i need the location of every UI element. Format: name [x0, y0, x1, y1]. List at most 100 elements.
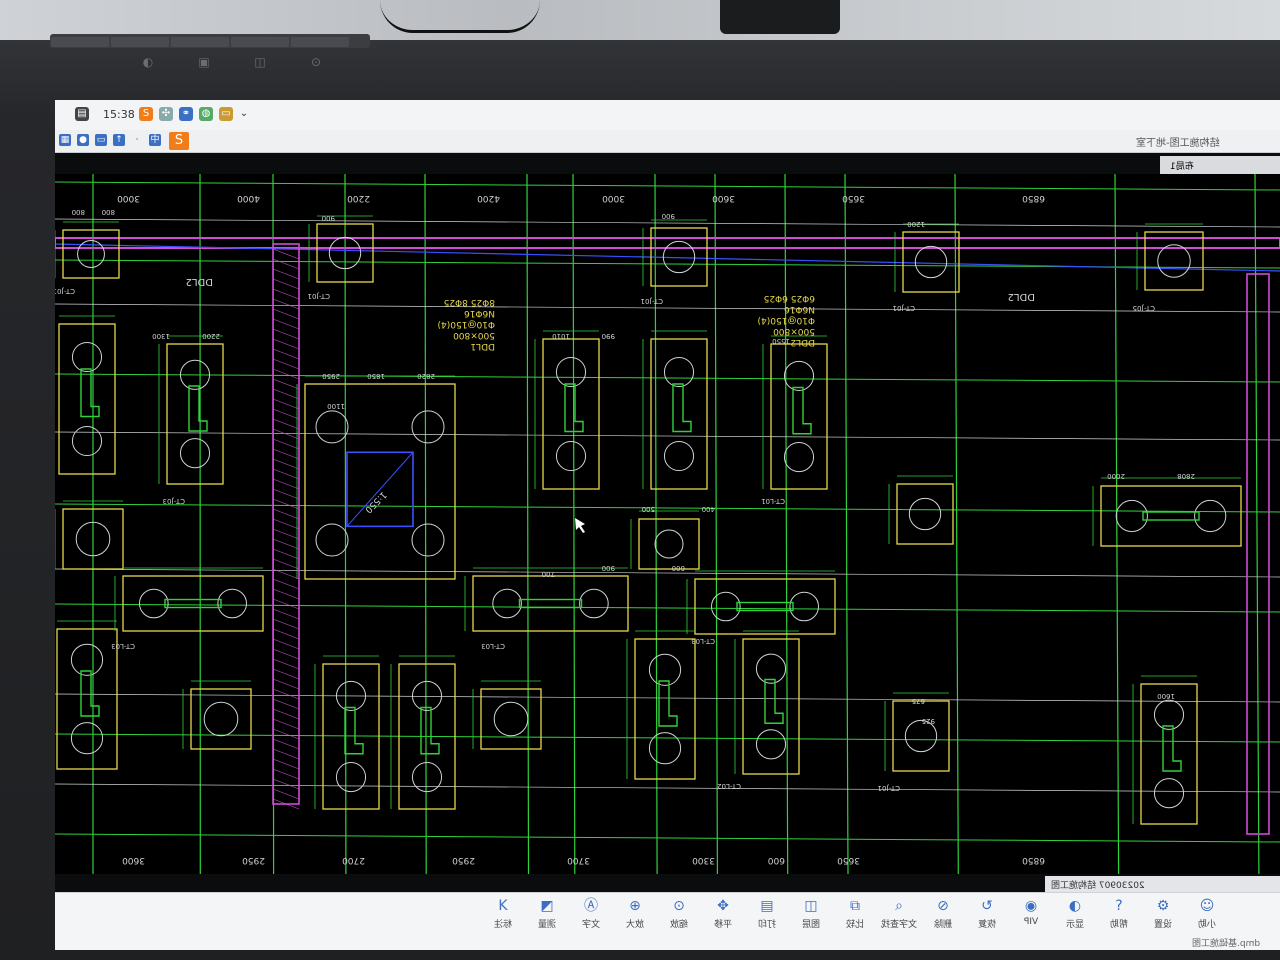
bottom-dimension: 2700	[342, 855, 365, 865]
tab-layout1[interactable]: 布局1	[1160, 156, 1204, 175]
dimension-value: 900	[322, 214, 335, 222]
assistant-icon: ☺	[1199, 898, 1215, 914]
dimension-value: 600	[672, 564, 685, 572]
cap-label: CT-J01	[878, 784, 900, 792]
ribbon-button-label: 图层	[802, 920, 821, 930]
dimension-value: 2950	[322, 372, 340, 380]
cap-label: CT-J01	[893, 304, 915, 312]
dimension-value: 925	[922, 717, 935, 725]
beam-annotation: N6Φ16	[784, 304, 815, 314]
ribbon-button-label: 恢复	[978, 920, 997, 930]
sogou-icon[interactable]: S	[139, 107, 153, 121]
time-label: 15:38	[103, 108, 135, 121]
ribbon-button-label: 标注	[494, 920, 513, 930]
dimension-value: 800	[72, 208, 85, 216]
cap-label: CT-L01	[761, 497, 785, 505]
ribbon-button-label: 删除	[934, 920, 953, 930]
ribbon-button-label: 设置	[1154, 920, 1173, 930]
top-dimension: 4200	[477, 193, 500, 203]
cap-label: CT-L03	[111, 642, 135, 650]
dimension-value: 1300	[152, 332, 170, 340]
dimension-value: 1600	[1157, 692, 1175, 700]
top-dimension: 4000	[237, 193, 260, 203]
cap-label: CT-L03	[481, 642, 505, 650]
cap-label: CT-J01	[55, 287, 75, 295]
text-icon: Ⓐ	[584, 898, 598, 914]
annotate-icon: K	[498, 898, 508, 914]
beam-annotation: Φ10@150(4)	[438, 319, 495, 329]
user-icon[interactable]: ●	[77, 134, 89, 146]
window-icon[interactable]: ▭	[95, 134, 107, 146]
ribbon-button-label: 测量	[538, 920, 557, 930]
web-icon[interactable]: ◍	[199, 107, 213, 121]
ribbon-button-label: VIP	[1023, 917, 1039, 927]
dimension-value: 700	[542, 570, 555, 578]
layout-tabs: 布局1	[1160, 156, 1280, 174]
dimension-value: 1010	[552, 332, 570, 340]
top-dimension: 3000	[602, 193, 625, 203]
share-icon[interactable]: ⚭	[179, 107, 193, 121]
cad-canvas[interactable]: 3000 4000 2200 4200 3000 3600 3650 6850 3600 2950…	[55, 173, 1280, 875]
dimension-value: 900	[662, 212, 675, 220]
secondary-toolbar: ▦ ● ▭ ↑ · 中 S 结构施工图-地下室	[55, 130, 1280, 153]
bottom-dimension: 3600	[122, 855, 145, 865]
grid-icon[interactable]: ▦	[59, 134, 71, 146]
dimension-value: 2820	[417, 372, 435, 380]
dimension-value: 1850	[367, 372, 385, 380]
zoom-in-icon: ⊕	[629, 898, 641, 914]
file-tab[interactable]: 20230907 结构施工图	[1045, 876, 1151, 893]
dimension-value: 1550	[772, 337, 790, 345]
dimension-value: 675	[912, 697, 925, 705]
status-bar: dmp.基础施工图	[55, 936, 1280, 950]
cap-label: CT-L03	[691, 637, 715, 645]
input-method-icon[interactable]: 中	[149, 134, 161, 146]
status-path: dmp.基础施工图	[1191, 939, 1260, 949]
app-icon[interactable]: ▤	[75, 107, 89, 121]
settings-icon[interactable]: ✣	[159, 107, 173, 121]
top-dimension: 6850	[1022, 193, 1045, 203]
top-dimension: 3000	[117, 193, 140, 203]
layer-icon: ◫	[804, 898, 818, 914]
cap-label: CT-J01	[641, 297, 663, 305]
beam-annotation: N6Φ16	[464, 308, 495, 318]
chevron-down-icon[interactable]: ⌄	[237, 107, 251, 121]
cap-label: CT-J03	[163, 497, 185, 505]
monitor-top-strip	[50, 34, 370, 48]
dimension-value: 400	[702, 505, 715, 513]
cable	[380, 0, 540, 33]
ribbon-button-label: 缩放	[670, 920, 689, 930]
sogou-ime-icon[interactable]: S	[169, 132, 189, 150]
ribbon-button-label: 文字查找	[880, 920, 917, 930]
bottom-dimension: 2950	[242, 855, 265, 865]
cap-label: CT-J01	[308, 292, 330, 300]
beam-label: DDL2	[186, 276, 213, 287]
dot-icon[interactable]: ·	[131, 134, 143, 146]
bottom-dimension: 2950	[452, 855, 475, 865]
beam-annotation: DDL1	[470, 341, 495, 351]
ribbon-button-label: 文字	[582, 920, 601, 930]
beam-annotation: Φ10@150(4)	[758, 315, 815, 325]
folder-icon[interactable]: ▭	[219, 107, 233, 121]
ribbon-button-label: 显示	[1066, 920, 1085, 930]
ribbon-button-label: 放大	[626, 920, 645, 930]
top-dimension: 3650	[842, 193, 865, 203]
bottom-dimension: 6850	[1022, 855, 1045, 865]
top-dimension: 2200	[347, 193, 370, 203]
bottom-dimension: 3700	[567, 855, 590, 865]
dimension-value: 2000	[1107, 472, 1125, 480]
ribbon-button-label: 平移	[714, 920, 733, 930]
pan-icon: ✥	[717, 898, 729, 914]
foundation-plan-drawing[interactable]: 3000 4000 2200 4200 3000 3600 3650 6850 3600 2950…	[55, 173, 1280, 875]
upload-icon[interactable]: ↑	[113, 134, 125, 146]
restore-icon: ↺	[981, 898, 993, 914]
screen: ▤ 15:38 S ✣ ⚭ ◍ ▭ ⌄ ▦ ● ▭ ↑ · 中 S 结构施工图-…	[55, 100, 1280, 950]
dimension-value: 2808	[1177, 472, 1195, 480]
ribbon-button-label: 小助	[1198, 920, 1217, 930]
beam-annotation: 500×800	[773, 326, 815, 336]
dimension-value: 900	[602, 564, 615, 572]
cap-label: CT-L02	[717, 782, 741, 790]
ribbon-button-label: 帮助	[1110, 920, 1129, 930]
beam-annotation: 6Φ25 6Φ25	[764, 293, 815, 303]
quick-access-toolbar: ▤ 15:38 S ✣ ⚭ ◍ ▭ ⌄	[55, 100, 1280, 131]
dimension-value: 2200	[202, 332, 220, 340]
